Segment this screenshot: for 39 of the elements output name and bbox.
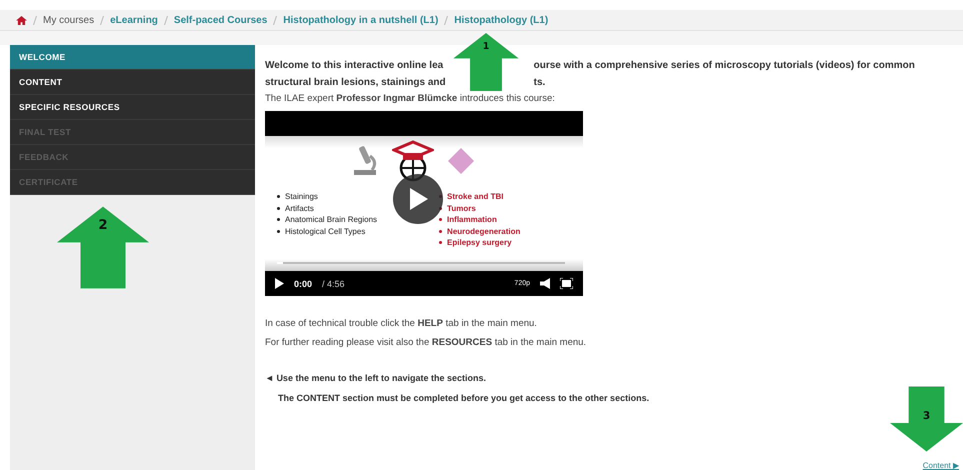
fullscreen-icon[interactable] <box>560 278 573 289</box>
slide-bullet: Artifacts <box>277 202 378 214</box>
current-time: 0:00 <box>294 278 312 288</box>
note-text: In case of technical trouble click the HELP tab in the main menu. <box>265 317 538 331</box>
tissue-icon <box>446 146 476 176</box>
sidebar-item[interactable]: CONTENT <box>10 70 255 95</box>
sidebar-item[interactable]: SPECIFIC RESOURCES <box>10 95 255 120</box>
breadcrumb-separator <box>273 16 278 24</box>
intro-text: Welcome to this interactive online lea <box>265 59 444 73</box>
requirement-text: The CONTENT section must be completed before you get access to the other sections. <box>277 392 650 405</box>
expert-text: The ILAE expert Professor Ingmar Blümcke introduces this course: <box>265 92 556 106</box>
breadcrumb-text: My courses <box>43 14 94 26</box>
slide-bullet: Inflammation <box>439 214 520 226</box>
slide-bullet: Stainings <box>277 191 378 202</box>
navigation-hint: ◄ Use the menu to the left to navigate the sections. <box>265 372 487 385</box>
breadcrumb-separator <box>164 16 168 24</box>
up-arrow: 2 <box>57 205 149 290</box>
volume-icon[interactable] <box>540 278 550 289</box>
breadcrumb-separator <box>33 16 37 24</box>
breadcrumb-separator <box>444 16 448 24</box>
intro-text: ts. <box>534 76 546 90</box>
sidebar-item[interactable]: WELCOME <box>10 45 255 70</box>
next-link[interactable]: Content ▶ <box>922 461 959 470</box>
breadcrumb-link[interactable]: Histopathology in a nutshell (L1) <box>283 14 438 26</box>
note-text: For further reading please visit also the RESOURCES tab in the main menu. <box>265 336 588 350</box>
home-icon[interactable] <box>16 16 27 24</box>
breadcrumb-separator <box>100 16 104 24</box>
breadcrumb-link[interactable]: Histopathology (L1) <box>454 14 548 26</box>
duration: / 4:56 <box>322 278 345 288</box>
breadcrumb-link[interactable]: Self-paced Courses <box>174 14 268 26</box>
slide-bullet: Histological Cell Types <box>277 226 378 237</box>
slide-bullet: Epilepsy surgery <box>439 237 520 248</box>
slide-bullet: Anatomical Brain Regions <box>277 214 378 226</box>
play-icon[interactable] <box>275 278 284 289</box>
intro-text: ourse with a comprehensive series of microscopy tutorials (videos) for common <box>534 59 915 73</box>
intro-text: structural brain lesions, stainings and <box>265 76 446 90</box>
breadcrumb-link[interactable]: eLearning <box>110 14 158 26</box>
play-icon <box>408 188 428 210</box>
slide-bullet: Neurodegeneration <box>439 226 520 237</box>
